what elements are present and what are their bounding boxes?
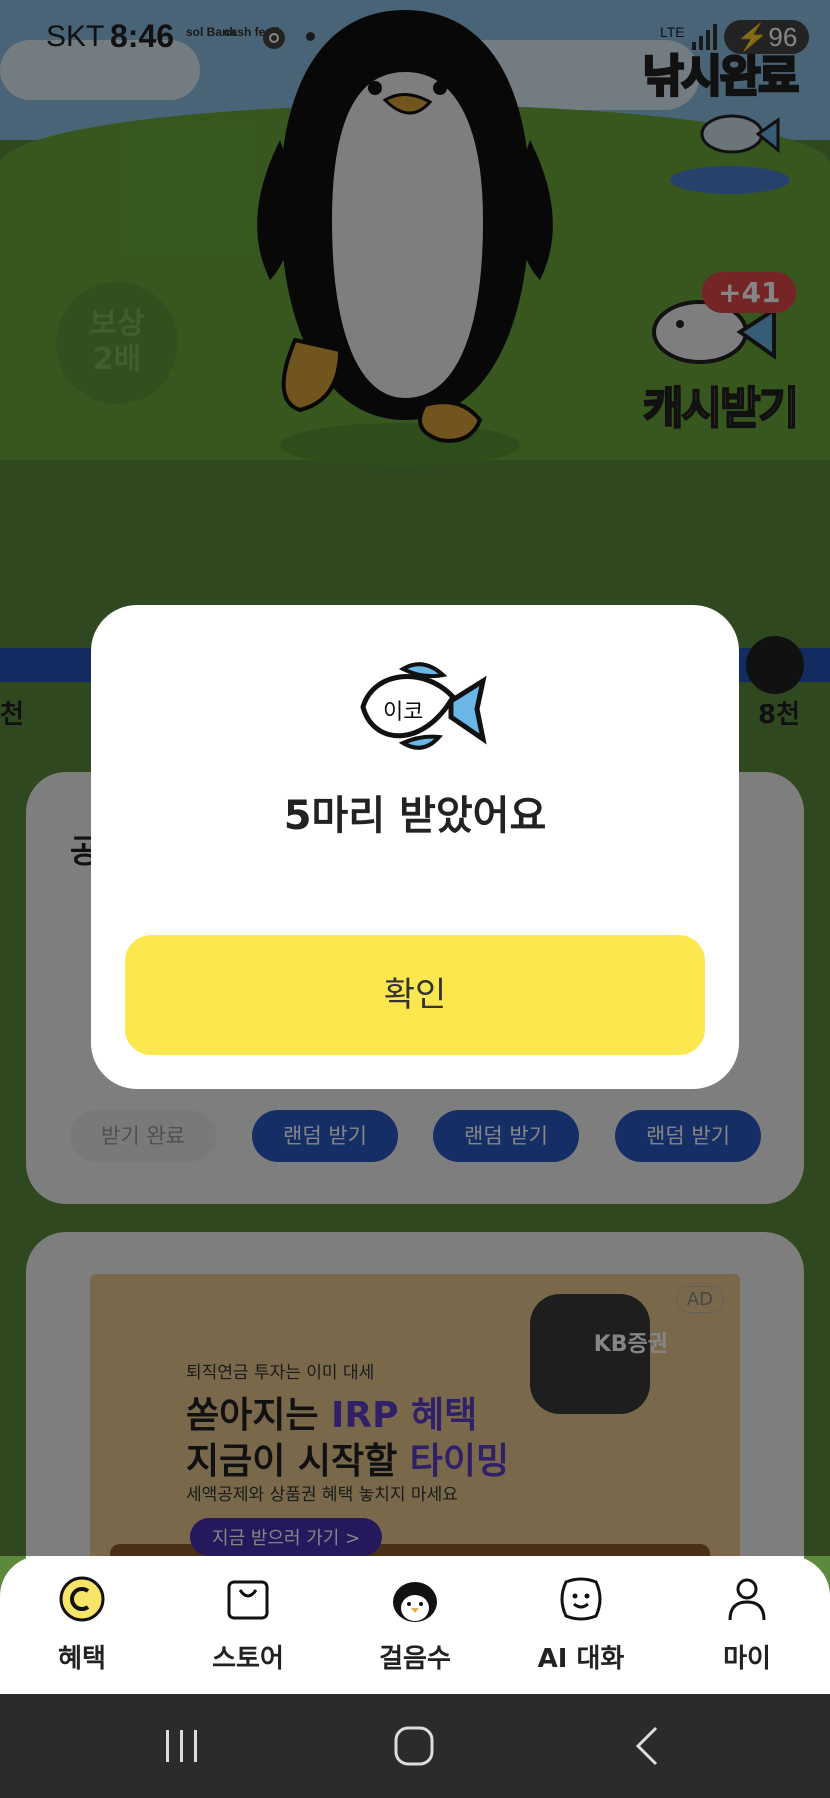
coin-icon — [59, 1576, 105, 1622]
shopping-bag-icon — [227, 1580, 269, 1620]
person-icon — [728, 1578, 766, 1621]
nav-store-label: 스토어 — [212, 1644, 284, 1674]
nav-ai-chat-label: AI 대화 — [537, 1644, 625, 1674]
system-navigation-bar — [0, 1694, 830, 1798]
back-icon[interactable] — [618, 1724, 678, 1768]
bottom-navigation: 혜택 스토어 걸음수 AI 대화 마이 — [0, 1556, 830, 1694]
nav-benefits-label: 혜택 — [58, 1644, 106, 1674]
reward-modal: 이코 5마리 받았어요 확인 — [91, 605, 739, 1089]
penguin-icon — [393, 1582, 437, 1622]
fish-icon: 이코 — [360, 662, 487, 750]
confirm-button[interactable]: 확인 — [125, 935, 705, 1055]
fish-icon-text: 이코 — [383, 700, 423, 725]
nav-steps[interactable]: 걸음수 — [360, 1574, 470, 1684]
nav-steps-label: 걸음수 — [379, 1644, 451, 1674]
recent-apps-icon[interactable] — [152, 1724, 212, 1768]
smile-chat-icon — [560, 1577, 602, 1621]
home-icon[interactable] — [384, 1724, 444, 1768]
nav-my-label: 마이 — [723, 1644, 771, 1674]
nav-my[interactable]: 마이 — [692, 1574, 802, 1684]
reward-message: 5마리 받았어요 — [283, 793, 547, 839]
nav-ai-chat[interactable]: AI 대화 — [526, 1574, 636, 1684]
nav-benefits[interactable]: 혜택 — [27, 1574, 137, 1684]
nav-store[interactable]: 스토어 — [193, 1574, 303, 1684]
